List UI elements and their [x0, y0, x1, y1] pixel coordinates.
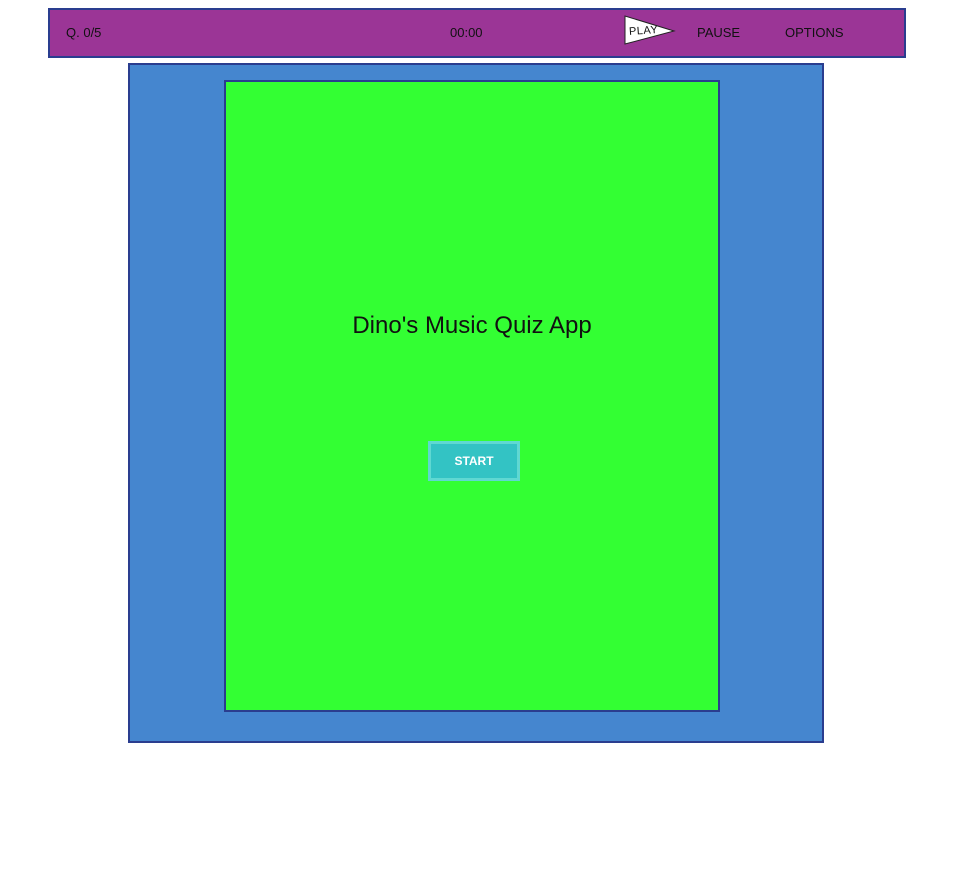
start-button[interactable]: START — [428, 441, 520, 481]
quiz-panel: Dino's Music Quiz App START — [224, 80, 720, 712]
game-stage: Dino's Music Quiz App START — [128, 63, 824, 743]
question-counter: Q. 0/5 — [66, 25, 102, 40]
play-button-label: PLAY — [628, 23, 659, 38]
play-button[interactable]: PLAY — [624, 15, 676, 45]
app-title: Dino's Music Quiz App — [352, 312, 592, 339]
top-bar: Q. 0/5 00:00 PLAY PAUSE OPTIONS — [48, 8, 906, 58]
options-button[interactable]: OPTIONS — [785, 25, 844, 41]
pause-button[interactable]: PAUSE — [697, 25, 740, 41]
timer-display: 00:00 — [450, 25, 483, 40]
